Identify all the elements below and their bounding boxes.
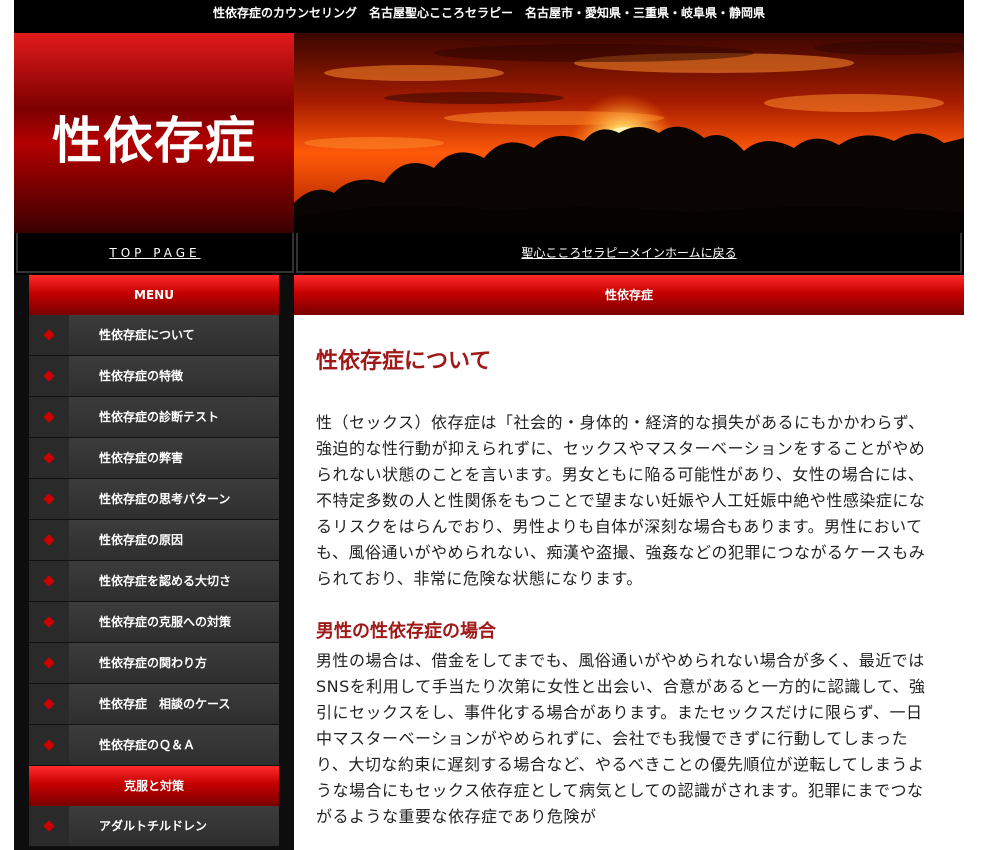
- sidebar-item-label: 性依存症の原因: [99, 533, 184, 547]
- section-title-bar: 克服と対策: [29, 766, 279, 806]
- page-title: 性依存症について: [316, 349, 492, 374]
- sidebar-item-diagnosis-test[interactable]: 性依存症の診断テスト: [29, 397, 279, 438]
- sidebar-item-label: 性依存症を認める大切さ: [99, 574, 232, 588]
- bullet-icon: [29, 806, 69, 846]
- bullet-icon: [29, 397, 69, 437]
- bullet-icon: [29, 356, 69, 396]
- section-title: 克服と対策: [123, 779, 184, 793]
- sidebar-item-label: 性依存症について: [99, 328, 195, 342]
- sidebar-item-adult-children[interactable]: アダルトチルドレン: [29, 806, 279, 847]
- sidebar-item-harms[interactable]: 性依存症の弊害: [29, 438, 279, 479]
- bullet-icon: [29, 725, 69, 765]
- sidebar-item-label: 性依存症の特徴: [99, 369, 184, 383]
- top-navigation: TOP PAGE 聖心こころセラピーメインホームに戻る: [14, 233, 964, 275]
- sidebar-item-label: 性依存症 相談のケース: [99, 697, 231, 711]
- section-paragraph: 男性の場合は、借金をしてまでも、風俗通いがやめられない場合が多く、最近ではSNS…: [316, 651, 926, 826]
- main-content: 性依存症について 性（セックス）依存症は「社会的・身体的・経済的な損失があるにも…: [316, 340, 931, 830]
- sidebar-item-features[interactable]: 性依存症の特徴: [29, 356, 279, 397]
- menu-title: MENU: [134, 288, 174, 302]
- bullet-icon: [29, 602, 69, 642]
- main-home-label: 聖心こころセラピーメインホームに戻る: [521, 246, 737, 260]
- sidebar-item-involvement[interactable]: 性依存症の関わり方: [29, 643, 279, 684]
- top-tagline-bar: 性依存症のカウンセリング 名古屋聖心こころセラピー 名古屋市・愛知県・三重県・岐…: [14, 0, 964, 33]
- sidebar-item-thought-patterns[interactable]: 性依存症の思考パターン: [29, 479, 279, 520]
- sidebar-item-countermeasures[interactable]: 性依存症の克服への対策: [29, 602, 279, 643]
- hero-sunset-image: [294, 33, 964, 233]
- sidebar-item-label: 性依存症の弊害: [99, 451, 184, 465]
- bullet-icon: [29, 438, 69, 478]
- sidebar-item-label: 性依存症の診断テスト: [99, 410, 220, 424]
- content-bar-title: 性依存症: [604, 288, 653, 302]
- content-title-bar: 性依存症: [294, 275, 964, 315]
- bullet-icon: [29, 684, 69, 724]
- bullet-icon: [29, 315, 69, 355]
- sidebar-item-label: 性依存症の克服への対策: [99, 615, 232, 629]
- sidebar-item-label: アダルトチルドレン: [99, 819, 208, 833]
- bullet-icon: [29, 479, 69, 519]
- site-tagline: 性依存症のカウンセリング 名古屋聖心こころセラピー 名古屋市・愛知県・三重県・岐…: [212, 6, 765, 20]
- sidebar-item-label: 性依存症の関わり方: [99, 656, 208, 670]
- menu-title-bar: MENU: [29, 275, 279, 315]
- top-page-link[interactable]: TOP PAGE: [16, 233, 294, 273]
- sidebar-item-label: 性依存症の思考パターン: [99, 492, 231, 506]
- logo-text: 性依存症: [52, 112, 256, 170]
- section-heading: 男性の性依存症の場合: [316, 621, 496, 642]
- sidebar-item-about[interactable]: 性依存症について: [29, 315, 279, 356]
- intro-paragraph: 性（セックス）依存症は「社会的・身体的・経済的な損失があるにもかかわらず、強迫的…: [316, 413, 926, 588]
- site-logo[interactable]: 性依存症: [14, 33, 294, 233]
- sidebar: MENU 性依存症について 性依存症の特徴 性依存症の診断テスト 性依存症の弊害…: [14, 275, 294, 850]
- sidebar-item-causes[interactable]: 性依存症の原因: [29, 520, 279, 561]
- bullet-icon: [29, 520, 69, 560]
- sunset-illustration: [294, 33, 964, 233]
- bullet-icon: [29, 643, 69, 683]
- sidebar-item-acceptance[interactable]: 性依存症を認める大切さ: [29, 561, 279, 602]
- main-home-link[interactable]: 聖心こころセラピーメインホームに戻る: [296, 233, 962, 273]
- sidebar-item-consultation-cases[interactable]: 性依存症 相談のケース: [29, 684, 279, 725]
- sidebar-item-label: 性依存症のＱ＆Ａ: [99, 738, 196, 752]
- top-page-label: TOP PAGE: [109, 246, 201, 260]
- bullet-icon: [29, 561, 69, 601]
- sidebar-item-qa[interactable]: 性依存症のＱ＆Ａ: [29, 725, 279, 766]
